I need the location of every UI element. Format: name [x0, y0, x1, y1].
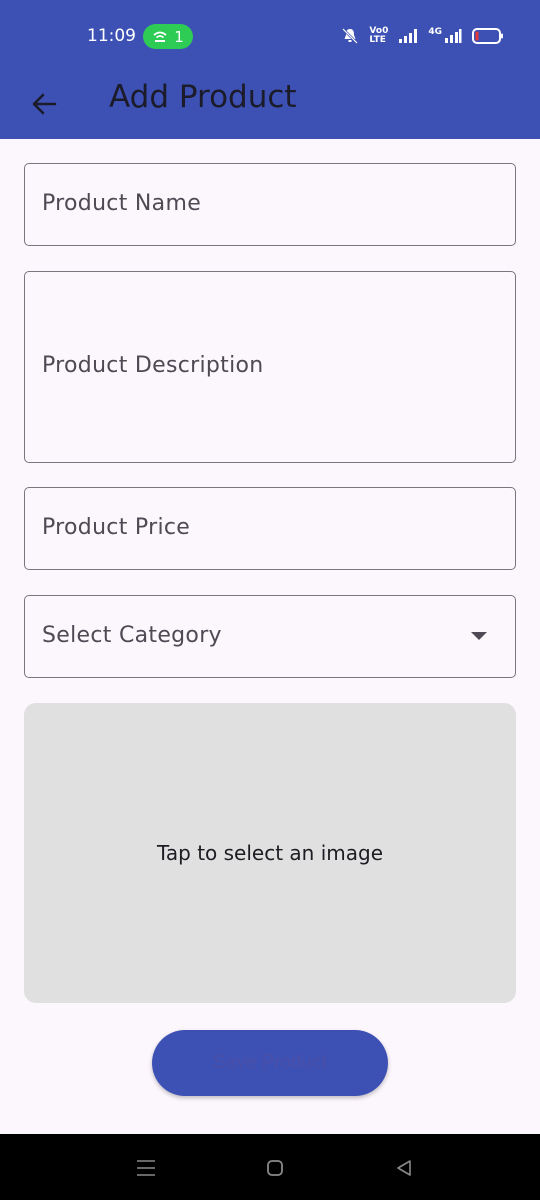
menu-icon — [137, 1160, 155, 1176]
lte-label: LTE — [369, 35, 386, 45]
back-button[interactable] — [24, 84, 64, 124]
product-price-label: Product Price — [42, 515, 191, 540]
product-name-label: Product Name — [42, 191, 202, 216]
product-description-label: Product Description — [42, 353, 264, 378]
network-label: 4G — [428, 27, 442, 37]
nav-back-button[interactable] — [389, 1156, 419, 1180]
image-picker[interactable]: Tap to select an image — [24, 703, 516, 1003]
hotspot-icon — [153, 31, 167, 42]
product-name-field[interactable]: Product Name — [24, 163, 516, 246]
bell-off-icon — [342, 28, 359, 44]
app-bar: Add Product — [0, 70, 540, 139]
status-icons: Vo0 LTE 4G — [341, 24, 504, 48]
dropdown-arrow-icon — [471, 632, 487, 640]
system-nav-bar — [0, 1134, 540, 1200]
signal-icon — [399, 29, 418, 43]
arrow-left-icon — [32, 93, 57, 115]
nav-home-button[interactable] — [260, 1156, 290, 1180]
signal-4g: 4G — [428, 28, 462, 44]
signal-4g-icon — [445, 29, 462, 43]
volte-indicator: Vo0 LTE — [369, 27, 388, 45]
category-dropdown[interactable]: Select Category — [24, 595, 516, 678]
hotspot-count: 1 — [174, 27, 184, 46]
back-triangle-icon — [397, 1160, 411, 1176]
home-square-icon — [267, 1160, 283, 1176]
hotspot-badge: 1 — [143, 24, 193, 49]
nav-menu-button[interactable] — [131, 1156, 161, 1180]
image-picker-hint: Tap to select an image — [156, 841, 383, 865]
product-description-field[interactable]: Product Description — [24, 271, 516, 463]
battery-icon — [472, 28, 503, 44]
page-title: Add Product — [109, 79, 297, 115]
status-bar: 11:09 1 Vo0 LTE 4G — [0, 0, 540, 70]
category-label: Select Category — [42, 623, 222, 648]
status-time: 11:09 — [87, 26, 136, 46]
save-product-label: Save Product — [212, 1052, 328, 1073]
save-product-button[interactable]: Save Product — [152, 1030, 388, 1096]
product-price-field[interactable]: Product Price — [24, 487, 516, 570]
